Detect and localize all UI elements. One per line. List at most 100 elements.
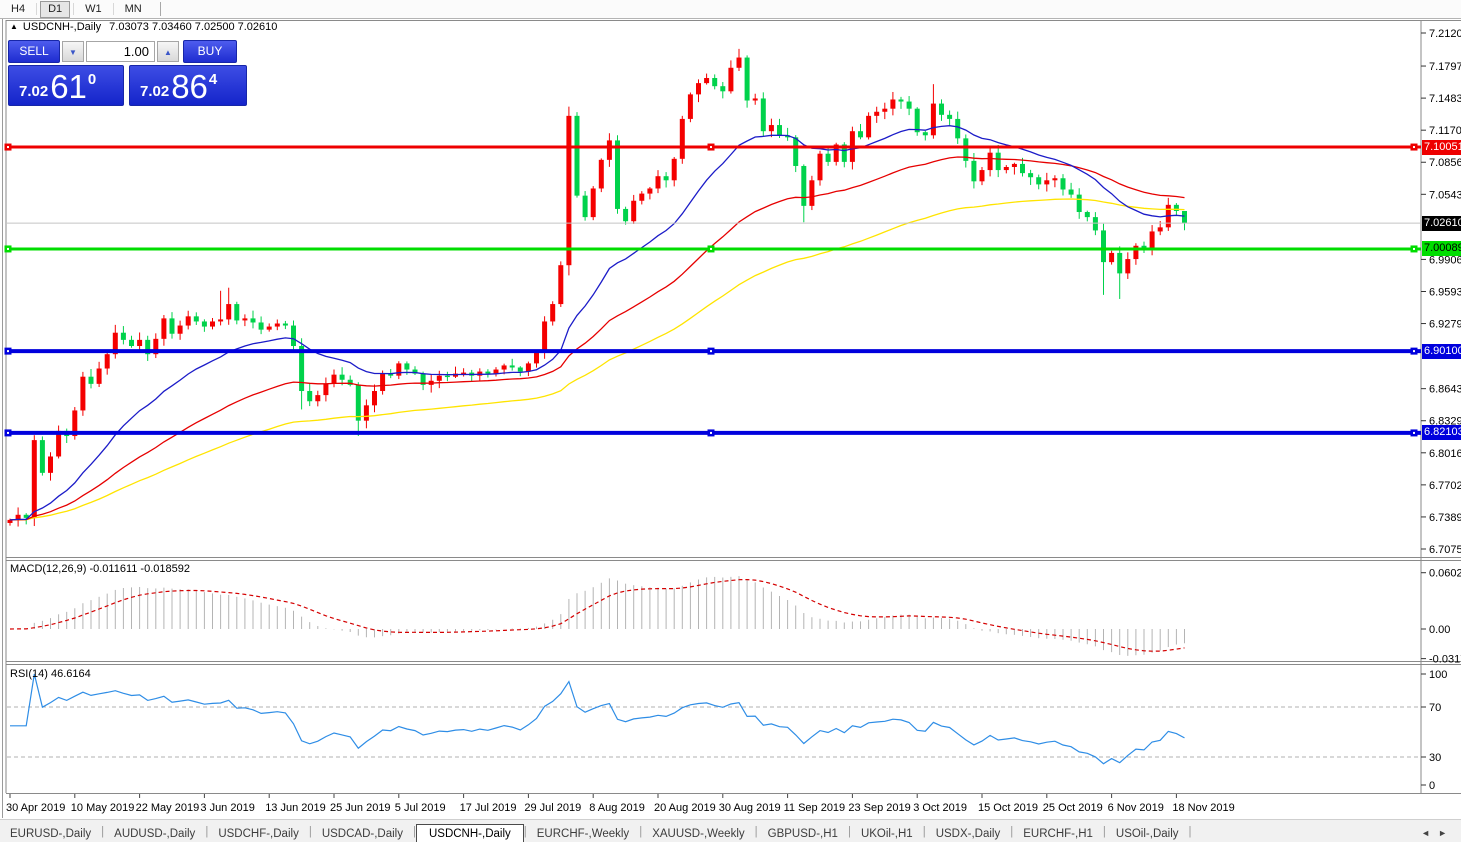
rsi-axis-tick-label: 30 [1429, 752, 1441, 764]
tab-ukoil-h1[interactable]: UKOil-,H1 [851, 825, 923, 842]
price-chart-svg: 7.21200 7.17970 7.14835 7.11700 7.08565 7.054… [4, 20, 1461, 814]
date-axis-label: 8 Aug 2019 [589, 802, 645, 814]
date-axis-label: 30 Apr 2019 [6, 802, 65, 814]
support-line-handle[interactable] [707, 245, 715, 253]
date-axis-label: 25 Jun 2019 [330, 802, 391, 814]
collapse-panel-icon[interactable]: ▲ [10, 22, 18, 31]
triangle-down-icon: ▼ [69, 48, 77, 57]
support-line-3-handle[interactable] [1410, 429, 1418, 437]
chart-header: ▲ USDCNH-,Daily 7.03073 7.03460 7.02500 7.… [10, 21, 277, 33]
timeframe-button-mn[interactable]: MN [117, 1, 150, 18]
volume-increase-button[interactable]: ▲ [157, 41, 179, 62]
tab-gbpusd-h1[interactable]: GBPUSD-,H1 [758, 825, 848, 842]
resistance-line-handle-dot [1413, 146, 1415, 149]
support-line-handle-dot [1413, 247, 1415, 250]
macd-axis-tick-label: 0.060273 [1429, 568, 1461, 580]
tab-usdcad-daily[interactable]: USDCAD-,Daily [312, 825, 413, 842]
triangle-up-icon: ▲ [164, 48, 172, 57]
date-axis-label: 22 May 2019 [136, 802, 200, 814]
tab-xauusd-weekly[interactable]: XAUUSD-,Weekly [642, 825, 754, 842]
timeframe-button-d1[interactable]: D1 [40, 0, 71, 18]
toolbar-grip [159, 2, 161, 16]
tab-eurchf-h1[interactable]: EURCHF-,H1 [1013, 825, 1103, 842]
macd-axis-tick-label: -0.03172 [1429, 654, 1461, 666]
tab-usdchf-daily[interactable]: USDCHF-,Daily [208, 825, 309, 842]
price-axis-tick-label: 7.21200 [1429, 28, 1461, 40]
price-axis-tick-label: 7.14835 [1429, 93, 1461, 105]
tab-audusd-daily[interactable]: AUDUSD-,Daily [104, 825, 205, 842]
rsi-axis-tick-label: 70 [1429, 702, 1441, 714]
support-line-3-handle[interactable] [707, 429, 715, 437]
price-axis-tick-label: 6.95930 [1429, 286, 1461, 298]
price-axis-label-7.10051: 7.10051 [1422, 139, 1461, 155]
price-axis-tick-label: 6.86430 [1429, 384, 1461, 396]
price-axis-tick-label: 7.08565 [1429, 157, 1461, 169]
rsi-axis-tick-label: 100 [1429, 669, 1447, 681]
tab-eurusd-daily[interactable]: EURUSD-,Daily [0, 825, 101, 842]
timeframe-button-w1[interactable]: W1 [77, 1, 110, 18]
resistance-line-handle-dot [710, 146, 712, 149]
price-axis-tick-label: 6.73890 [1429, 512, 1461, 524]
date-axis-label: 20 Aug 2019 [654, 802, 716, 814]
price-axis-tick-label: 6.80160 [1429, 448, 1461, 460]
price-axis-tick-label: 6.77025 [1429, 480, 1461, 492]
sell-price-big: 61 [50, 68, 87, 105]
tab-scroll-arrows[interactable]: ◄► [1421, 828, 1455, 838]
macd-group [9, 576, 1185, 656]
date-axis-label: 30 Aug 2019 [719, 802, 781, 814]
support-line-2-handle[interactable] [1410, 347, 1418, 355]
toolbar-separator [36, 3, 38, 15]
tab-divider: | [1188, 825, 1192, 838]
ma-45-line [9, 156, 1185, 521]
support-line-2-handle-dot [7, 350, 9, 353]
one-click-trading-panel: SELL ▼ 1.00 ▲ BUY 7.02 61 0 7.02 86 4 [8, 40, 247, 106]
volume-decrease-button[interactable]: ▼ [62, 41, 84, 62]
sell-price-button[interactable]: 7.02 61 0 [8, 65, 124, 106]
date-axis-label: 25 Oct 2019 [1043, 802, 1103, 814]
support-line-handle[interactable] [4, 245, 12, 253]
tab-usdcnh-daily[interactable]: USDCNH-,Daily [415, 824, 524, 842]
date-axis-label: 6 Nov 2019 [1108, 802, 1164, 814]
price-axis-label-7.02610: 7.02610 [1422, 215, 1461, 231]
toolbar-separator [73, 3, 75, 15]
resistance-line-handle-dot [7, 146, 9, 149]
resistance-line-handle[interactable] [1410, 143, 1418, 151]
date-axis-label: 18 Nov 2019 [1172, 802, 1234, 814]
support-line-3-handle[interactable] [4, 429, 12, 437]
mt4-terminal-window: H4 D1 W1 MN 7.21200 7.17970 7.14835 7.11700 7.0… [0, 0, 1461, 842]
support-line-3-handle-dot [710, 431, 712, 434]
tab-eurchf-weekly[interactable]: EURCHF-,Weekly [527, 825, 639, 842]
tab-usoil-daily[interactable]: USOil-,Daily [1106, 825, 1189, 842]
price-axis-tick-label: 6.70755 [1429, 544, 1461, 556]
sell-button[interactable]: SELL [8, 40, 60, 63]
buy-price-big: 86 [171, 68, 208, 105]
chart-tab-bar: EURUSD-,Daily | AUDUSD-,Daily | USDCHF-,Dail… [0, 819, 1461, 842]
tab-usdx-daily[interactable]: USDX-,Daily [926, 825, 1011, 842]
ma-20-line [9, 125, 1185, 521]
date-axis-label: 3 Oct 2019 [913, 802, 967, 814]
volume-input[interactable]: 1.00 [86, 41, 155, 62]
support-line-2-handle[interactable] [4, 347, 12, 355]
buy-button[interactable]: BUY [183, 40, 237, 63]
resistance-line-handle[interactable] [4, 143, 12, 151]
buy-price-sup: 4 [208, 71, 218, 88]
buy-price-button[interactable]: 7.02 86 4 [129, 65, 247, 106]
sell-price-sup: 0 [87, 71, 97, 88]
macd-axis-tick-label: 0.00 [1429, 624, 1450, 636]
support-line-2-handle[interactable] [707, 347, 715, 355]
support-line-handle[interactable] [1410, 245, 1418, 253]
moving-averages-group [9, 125, 1185, 521]
rsi-label: RSI(14) 46.6164 [10, 668, 91, 680]
price-axis-tick-label: 7.05430 [1429, 189, 1461, 201]
support-line-handle-dot [710, 247, 712, 250]
date-axis-label: 11 Sep 2019 [784, 802, 846, 814]
date-axis-label: 15 Oct 2019 [978, 802, 1038, 814]
date-axis-label: 5 Jul 2019 [395, 802, 446, 814]
support-line-2-handle-dot [1413, 350, 1415, 353]
buy-price-prefix: 7.02 [140, 83, 170, 100]
resistance-line-handle[interactable] [707, 143, 715, 151]
rsi-axis-tick-label: 0 [1429, 780, 1435, 792]
timeframe-button-h4[interactable]: H4 [3, 1, 33, 18]
chart-ohlc-values: 7.03073 7.03460 7.02500 7.02610 [109, 21, 278, 33]
candles-group [7, 48, 1187, 527]
